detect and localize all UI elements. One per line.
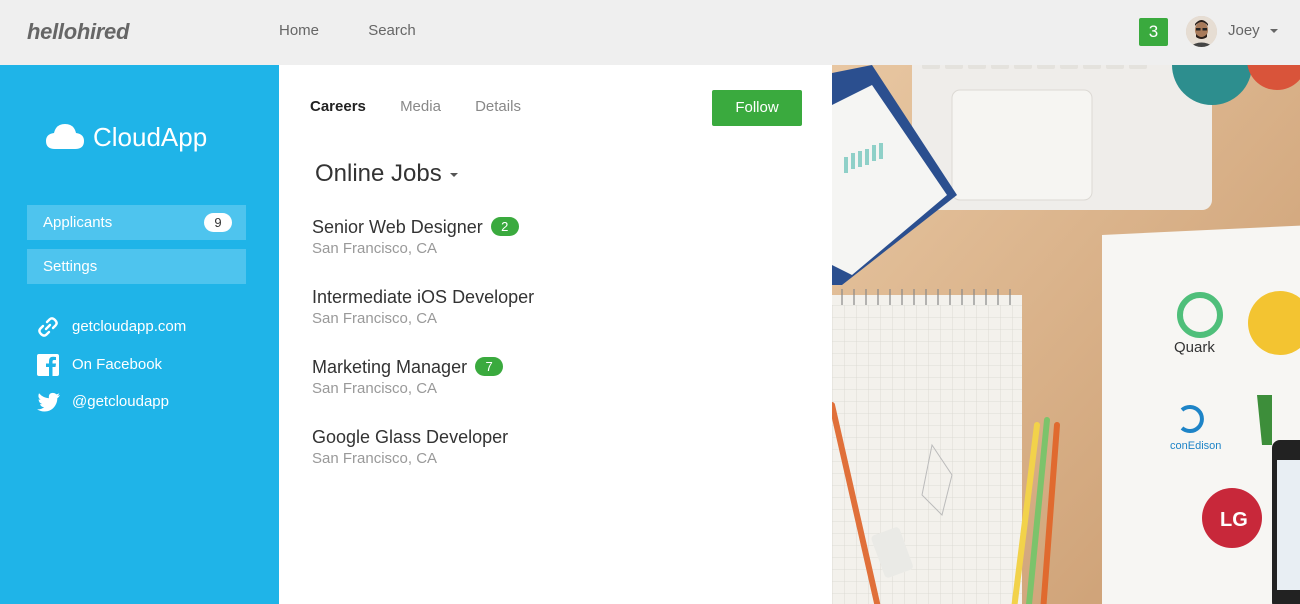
nav-search[interactable]: Search [368,22,416,39]
job-location: San Francisco, CA [312,450,438,467]
site-logo[interactable]: hellohired [27,19,129,45]
jobs-filter-dropdown[interactable]: Online Jobs [315,160,458,188]
applicants-count-badge: 9 [204,213,232,232]
cover-photo: Quark conEdison LG [832,65,1300,604]
applicant-count-badge: 7 [475,357,504,376]
job-title: Google Glass Developer [312,427,509,447]
link-icon [38,317,58,337]
applicant-count-badge: 2 [490,217,519,236]
sidebar-item-applicants[interactable]: Applicants 9 [27,205,246,240]
job-title: Marketing Manager [312,357,468,377]
job-listing[interactable]: Intermediate iOS Developer San Francisco… [312,287,534,327]
tab-details[interactable]: Details [475,98,521,115]
follow-button[interactable]: Follow [712,90,802,126]
profile-tabs: Careers Media Details [310,98,551,115]
twitter-link-label: @getcloudapp [72,393,169,410]
website-link-label: getcloudapp.com [72,318,187,335]
tab-media[interactable]: Media [400,98,441,115]
main-content: Careers Media Details Follow Online Jobs… [279,65,832,604]
facebook-icon [37,354,59,376]
tab-careers[interactable]: Careers [310,98,366,115]
user-name: Joey [1228,22,1260,39]
job-location: San Francisco, CA [312,240,438,257]
conedison-logo-text: conEdison [1170,440,1221,452]
avatar[interactable] [1186,16,1217,47]
chevron-down-icon [1269,29,1278,34]
sidebar-item-label: Applicants [43,214,113,231]
job-title: Intermediate iOS Developer [312,287,535,307]
user-menu[interactable]: Joey [1228,22,1278,39]
svg-text:LG: LG [1220,509,1248,531]
job-listing[interactable]: Marketing Manager 7 San Francisco, CA [312,357,504,397]
cloud-icon [46,124,84,149]
top-nav: Home Search [279,22,461,39]
chevron-down-icon [449,172,458,177]
sidebar-item-settings[interactable]: Settings [27,249,246,284]
nav-home[interactable]: Home [279,22,319,39]
notification-badge[interactable]: 3 [1139,18,1168,46]
quark-logo-text: Quark [1174,339,1215,356]
sidebar-item-label: Settings [43,258,98,275]
twitter-icon [37,392,60,412]
job-location: San Francisco, CA [312,380,438,397]
company-name: CloudApp [93,122,208,152]
top-bar: hellohired Home Search 3 Joey [0,0,1300,65]
job-listing[interactable]: Google Glass Developer San Francisco, CA [312,427,508,467]
job-listing[interactable]: Senior Web Designer 2 San Francisco, CA [312,217,519,257]
job-title: Senior Web Designer [312,217,483,237]
sidebar: CloudApp Applicants 9 Settings getclouda… [0,65,279,604]
facebook-link-label: On Facebook [72,356,163,373]
jobs-title: Online Jobs [315,160,442,187]
job-location: San Francisco, CA [312,310,438,327]
